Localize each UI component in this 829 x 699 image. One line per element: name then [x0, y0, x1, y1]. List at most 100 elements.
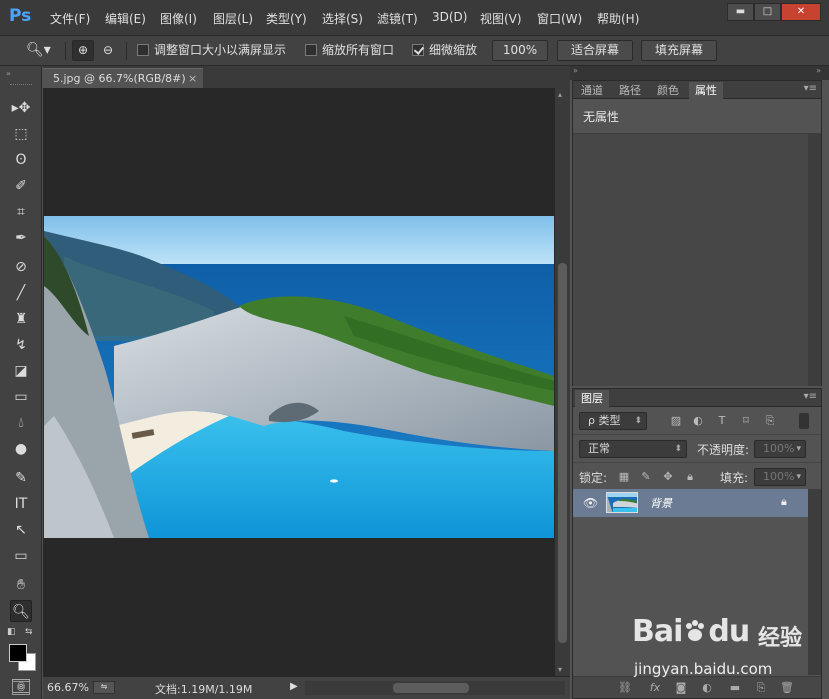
layer-filter-dropdown[interactable]: ρ 类型 ⬍	[579, 412, 647, 430]
rectangle-tool-icon[interactable]: ▭	[10, 545, 32, 567]
clone-stamp-tool-icon[interactable]: ♜	[10, 308, 32, 330]
zoom-tool-icon[interactable]: 🔍︎	[10, 600, 32, 622]
vertical-scrollbar[interactable]: ▴ ▾	[555, 88, 570, 676]
dodge-tool-icon[interactable]: ●	[10, 438, 32, 460]
move-tool-icon[interactable]: ▸✥	[10, 97, 32, 119]
marquee-tool-icon[interactable]: ⬚	[10, 123, 32, 145]
document-image[interactable]	[44, 216, 554, 538]
scroll-down-icon[interactable]: ▾	[558, 665, 562, 674]
menu-layer[interactable]: 图层(L)	[213, 10, 253, 27]
menu-3d[interactable]: 3D(D)	[432, 10, 467, 24]
swap-colors-icon[interactable]: ⇆	[25, 627, 33, 637]
collapse-icon[interactable]: »	[816, 66, 821, 75]
layer-filter-row: ρ 类型 ⬍ ▨ ◐ T ⌑ ⎘	[573, 407, 821, 435]
visibility-eye-icon[interactable]: 👁︎	[583, 496, 598, 510]
zoom-level[interactable]: 66.67%	[47, 681, 89, 694]
layer-name[interactable]: 背景	[650, 495, 672, 511]
menu-help[interactable]: 帮助(H)	[597, 10, 639, 27]
blur-tool-icon[interactable]: 💧︎	[10, 412, 32, 434]
status-menu-arrow-icon[interactable]: ▶	[290, 681, 298, 692]
minimize-button[interactable]: ▬	[727, 3, 754, 21]
close-tab-icon[interactable]: ×	[188, 69, 197, 89]
quick-selection-tool-icon[interactable]: ✐	[10, 175, 32, 197]
fit-screen-button[interactable]: 适合屏幕	[557, 40, 633, 61]
lock-all-icon[interactable]: 🔒︎	[683, 470, 697, 484]
resize-windows-checkbox[interactable]: 调整窗口大小以满屏显示	[137, 40, 286, 61]
tab-paths[interactable]: 路径	[613, 82, 647, 99]
filter-type-icon[interactable]: T	[715, 414, 729, 428]
crop-tool-icon[interactable]: ⌗	[10, 201, 32, 223]
layer-lock-icon: 🔒︎	[781, 495, 787, 508]
close-button[interactable]: ✕	[781, 3, 821, 21]
fill-field[interactable]: 100% ▾	[754, 468, 806, 486]
history-brush-tool-icon[interactable]: ↯	[10, 334, 32, 356]
panel-menu-icon[interactable]: ▾≡	[804, 391, 817, 402]
tab-channels[interactable]: 通道	[575, 82, 609, 99]
eraser-tool-icon[interactable]: ◪	[10, 360, 32, 382]
actual-pixels-button[interactable]: 100%	[492, 40, 548, 61]
canvas-area[interactable]	[43, 88, 555, 676]
menu-type[interactable]: 类型(Y)	[266, 10, 307, 27]
menu-bar: Ps 文件(F) 编辑(E) 图像(I) 图层(L) 类型(Y) 选择(S) 滤…	[0, 0, 829, 36]
brush-tool-icon[interactable]: ╱	[10, 282, 32, 304]
foreground-color-swatch[interactable]	[9, 644, 27, 662]
grip-icon[interactable]	[10, 84, 32, 87]
panel-menu-icon[interactable]: ▾≡	[804, 83, 817, 94]
menu-window[interactable]: 窗口(W)	[537, 10, 582, 27]
checkbox-icon	[137, 44, 149, 56]
beach-cove-photo	[44, 216, 554, 538]
lock-transparent-icon[interactable]: ▦	[617, 470, 631, 484]
share-icon[interactable]: ⇋	[93, 681, 115, 694]
filter-pixel-icon[interactable]: ▨	[669, 414, 683, 428]
properties-panel: 通道 路径 颜色 属性 ▾≡ 无属性	[572, 80, 822, 386]
zoom-all-windows-checkbox[interactable]: 缩放所有窗口	[305, 40, 394, 61]
horizontal-scrollbar[interactable]	[305, 681, 565, 695]
zoom-in-icon[interactable]: ⊕	[72, 40, 94, 61]
properties-scrollbar[interactable]	[808, 133, 821, 386]
zoom-tool-preset-icon[interactable]: 🔍︎▾	[26, 40, 51, 61]
path-selection-tool-icon[interactable]: ↖	[10, 519, 32, 541]
expand-icon[interactable]: »	[573, 66, 578, 75]
lasso-tool-icon[interactable]: ʘ	[10, 149, 32, 171]
pen-tool-icon[interactable]: ✎	[10, 467, 32, 489]
menu-file[interactable]: 文件(F)	[50, 10, 90, 27]
healing-brush-tool-icon[interactable]: ⊘	[10, 256, 32, 278]
menu-edit[interactable]: 编辑(E)	[105, 10, 146, 27]
tab-layers[interactable]: 图层	[575, 390, 609, 407]
menu-image[interactable]: 图像(I)	[160, 10, 197, 27]
opacity-field[interactable]: 100% ▾	[754, 440, 806, 458]
menu-filter[interactable]: 滤镜(T)	[377, 10, 418, 27]
fill-label: 填充:	[720, 471, 749, 485]
horizontal-scrollbar-thumb[interactable]	[393, 683, 469, 693]
maximize-button[interactable]: □	[754, 3, 781, 21]
blend-mode-dropdown[interactable]: 正常 ⬍	[579, 440, 687, 458]
hand-tool-icon[interactable]: ✋︎	[10, 574, 32, 596]
zoom-out-icon[interactable]: ⊖	[98, 40, 118, 61]
collapse-icon[interactable]: »	[6, 69, 11, 78]
filter-shape-icon[interactable]: ⌑	[739, 414, 753, 428]
gradient-tool-icon[interactable]: ▭	[10, 386, 32, 408]
default-colors-icon[interactable]: ◧	[7, 627, 16, 637]
lock-image-icon[interactable]: ✎	[639, 470, 653, 484]
document-tab[interactable]: 5.jpg @ 66.7%(RGB/8#) ×	[43, 68, 203, 88]
tab-color[interactable]: 颜色	[651, 82, 685, 99]
layer-row-background[interactable]: 👁︎ 背景 🔒︎	[573, 489, 809, 517]
filter-toggle[interactable]	[799, 413, 809, 429]
panel-dock-header: » »	[570, 66, 829, 80]
scrubby-zoom-checkbox[interactable]: 细微缩放	[412, 40, 477, 61]
filter-smart-object-icon[interactable]: ⎘	[763, 414, 777, 428]
screen-mode-icon[interactable]: ◎	[12, 681, 30, 695]
scrollbar-thumb[interactable]	[558, 263, 567, 643]
fill-screen-button[interactable]: 填充屏幕	[641, 40, 717, 61]
chevron-down-icon: ▾	[796, 444, 801, 454]
opacity-label: 不透明度:	[697, 443, 750, 457]
eyedropper-tool-icon[interactable]: ✒	[10, 227, 32, 249]
scroll-up-icon[interactable]: ▴	[558, 90, 562, 99]
tab-properties[interactable]: 属性	[689, 82, 723, 99]
menu-select[interactable]: 选择(S)	[322, 10, 363, 27]
type-tool-icon[interactable]: IT	[10, 493, 32, 515]
lock-position-icon[interactable]: ✥	[661, 470, 675, 484]
filter-adjustment-icon[interactable]: ◐	[691, 414, 705, 428]
resize-windows-label: 调整窗口大小以满屏显示	[154, 43, 287, 57]
menu-view[interactable]: 视图(V)	[480, 10, 522, 27]
